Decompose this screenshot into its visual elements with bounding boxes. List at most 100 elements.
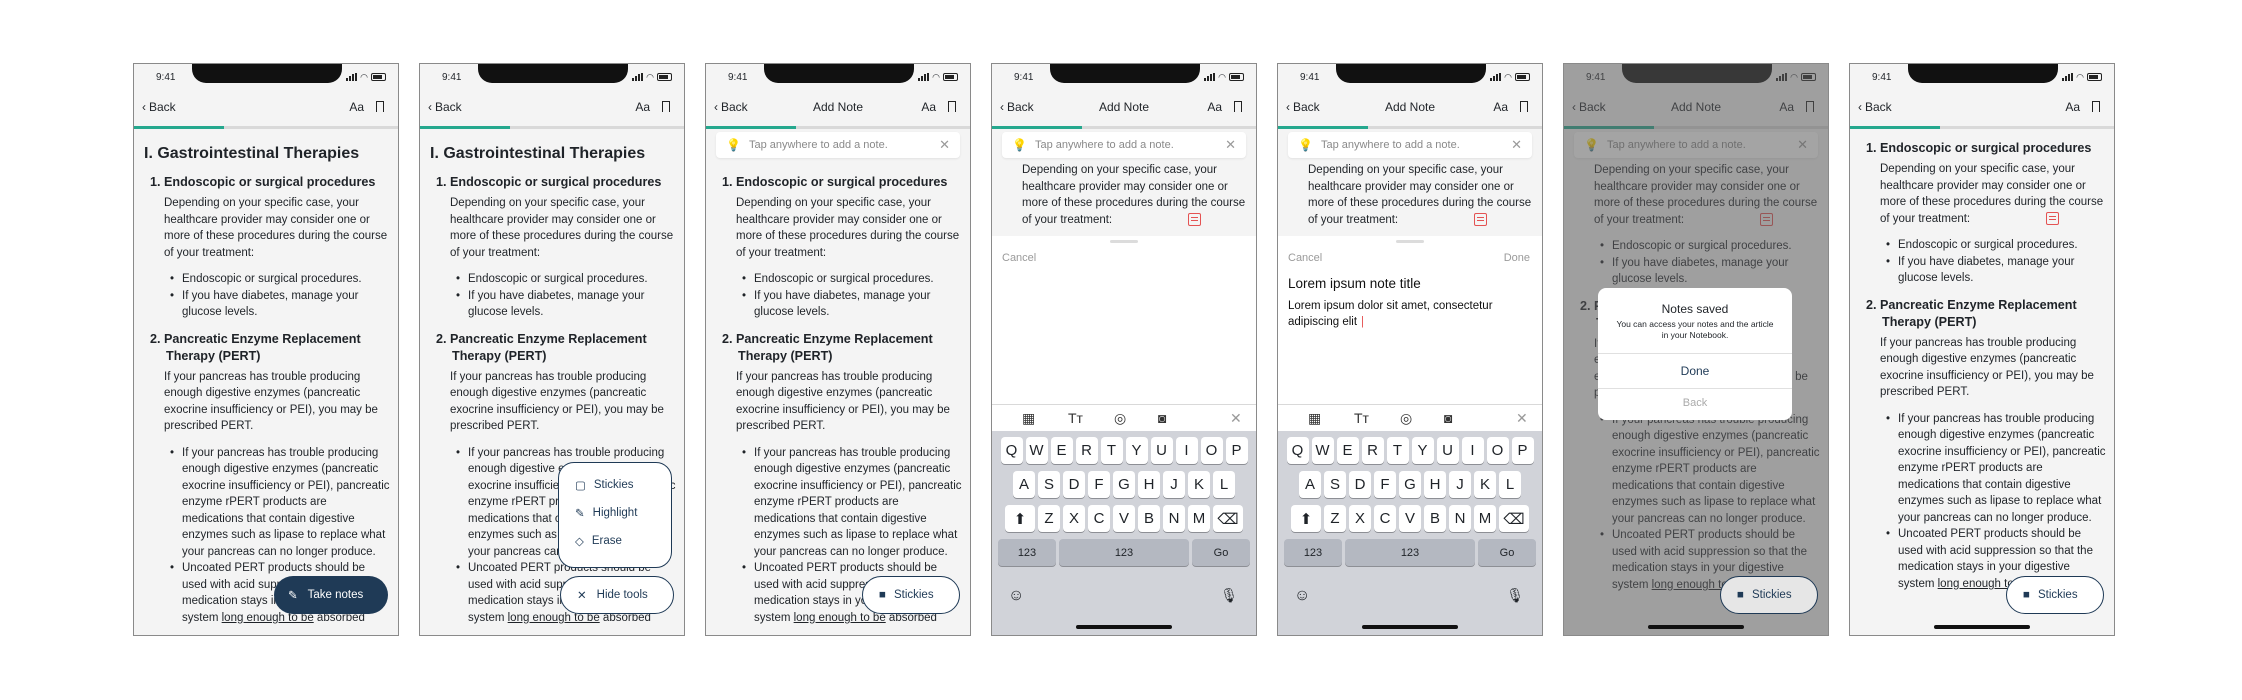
status-bar: 9:41 ◠ [134,72,398,86]
add-note-banner[interactable]: 💡 Tap anywhere to add a note. ✕ [1002,132,1246,158]
signal-icon [918,73,930,81]
delete-key[interactable]: ⌫ [1499,505,1529,532]
table-icon[interactable]: ▦ [1022,410,1035,427]
sheet-grabber[interactable] [1110,240,1138,243]
emoji-icon[interactable]: ☺ [1294,587,1310,605]
back-button[interactable]: ‹Back [142,100,176,114]
status-bar: 9:41 ◠ [992,72,1256,86]
add-note-banner[interactable]: 💡 Tap anywhere to add a note. ✕ [1288,132,1532,158]
microphone-icon[interactable]: 🎙 [1506,587,1524,604]
section-1-paragraph: Depending on your specific case, yourhea… [1308,164,1532,226]
text-size-button[interactable]: Aa [1493,100,1508,114]
signal-icon [1490,73,1502,81]
table-icon[interactable]: ▦ [1308,410,1321,427]
bookmark-icon[interactable] [1234,101,1242,112]
reading-progress [134,126,398,129]
note-title-field[interactable]: Lorem ipsum note title [1288,276,1421,291]
checklist-icon[interactable]: ◎ [1400,410,1412,427]
space-key[interactable]: 123 [1059,539,1189,566]
done-button[interactable]: Done [1504,252,1530,264]
status-time: 9:41 [728,72,748,83]
shift-key[interactable]: ⬆ [1005,505,1035,532]
space-key[interactable]: 123 [1345,539,1475,566]
text-size-button[interactable]: Aa [349,100,364,114]
note-body-field[interactable]: Lorem ipsum dolor sit amet, consectetur … [1288,298,1493,330]
signal-icon [2062,73,2074,81]
text-size-button[interactable]: Aa [635,100,650,114]
note-marker-icon[interactable] [2046,211,2060,225]
bookmark-icon[interactable] [376,101,384,112]
camera-icon[interactable]: ◙ [1444,410,1452,426]
sheet-grabber[interactable] [1396,240,1424,243]
microphone-icon[interactable]: 🎙 [1220,587,1238,604]
bookmark-icon[interactable] [2092,101,2100,112]
cancel-button[interactable]: Cancel [1288,252,1322,264]
screen-6: 9:41 ◠ ‹Back Add Note Aa Depending on yo… [1563,63,1829,636]
take-notes-button[interactable]: ✎ Take notes [274,576,388,614]
go-key[interactable]: Go [1192,539,1250,566]
section-1-paragraph: Depending on your specific case, yourhea… [1022,164,1246,226]
lightbulb-icon: 💡 [1012,138,1027,152]
numbers-key[interactable]: 123 [1284,539,1342,566]
back-button[interactable]: ‹Back [428,100,462,114]
note-marker-icon[interactable] [1474,212,1488,226]
cancel-button[interactable]: Cancel [1002,252,1036,264]
status-time: 9:41 [1300,72,1320,83]
nav-bar: ‹Back Add Note Aa [706,100,970,120]
keyboard: QWERTYUIOP ASDFGHJKL ⬆ ZXCVBNM ⌫ 123 123… [1278,431,1542,635]
signal-icon [346,73,358,81]
status-icons: ◠ [632,73,672,82]
hide-tools-button[interactable]: ✕ Hide tools [560,576,674,614]
shift-key[interactable]: ⬆ [1291,505,1321,532]
wifi-icon: ◠ [1504,72,1512,82]
section-2-title: 2. Pancreatic Enzyme ReplacementTherapy … [1866,297,2077,329]
add-note-banner[interactable]: 💡 Tap anywhere to add a note. ✕ [716,132,960,158]
bookmark-icon[interactable] [948,101,956,112]
status-time: 9:41 [442,72,462,83]
menu-item-stickies[interactable]: ▢ Stickies [559,471,671,499]
signal-icon [1204,73,1216,81]
dialog-title: Notes saved [1661,302,1729,316]
checklist-icon[interactable]: ◎ [1114,410,1126,427]
chevron-left-icon: ‹ [142,100,146,114]
close-icon[interactable]: ✕ [1230,410,1242,427]
go-key[interactable]: Go [1478,539,1536,566]
section-1-title: 1. Endoscopic or surgical procedures [436,175,662,189]
key[interactable]: Q [1000,437,1023,464]
menu-item-erase[interactable]: ◇ Erase [559,527,671,555]
stickies-button[interactable]: ■ Stickies [1720,576,1818,614]
emoji-icon[interactable]: ☺ [1008,587,1024,605]
menu-item-highlight[interactable]: ✎ Highlight [559,499,671,527]
text-size-button[interactable]: Aa [921,100,936,114]
stickies-button[interactable]: ■ Stickies [862,576,960,614]
note-marker-icon[interactable] [1188,212,1202,226]
text-format-icon[interactable]: Tт [1068,410,1083,426]
text-size-button[interactable]: Aa [1207,100,1222,114]
dialog-body: You can access your notes and the articl… [1616,319,1774,340]
article-content: 1. Endoscopic or surgical procedures Dep… [1860,140,2106,602]
text-size-button[interactable]: Aa [2065,100,2080,114]
close-icon[interactable]: ✕ [1516,410,1528,427]
dialog-back-button[interactable]: Back [1598,388,1792,417]
text-format-icon[interactable]: Tт [1354,410,1369,426]
status-bar: 9:41 ◠ [1278,72,1542,86]
close-icon[interactable]: ✕ [939,137,950,153]
bookmark-icon[interactable] [662,101,670,112]
camera-icon[interactable]: ◙ [1158,410,1166,426]
status-time: 9:41 [156,72,176,83]
stickies-button[interactable]: ■ Stickies [2006,576,2104,614]
reading-progress [420,126,684,129]
dialog-done-button[interactable]: Done [1598,353,1792,388]
article-content: 1. Endoscopic or surgical procedures Dep… [716,174,962,635]
status-time: 9:41 [1014,72,1034,83]
back-button[interactable]: ‹Back [1858,100,1892,114]
section-1-paragraph: Depending on your specific case, yourhea… [450,197,674,259]
numbers-key[interactable]: 123 [998,539,1056,566]
close-icon[interactable]: ✕ [1511,137,1522,153]
nav-bar: ‹ Back Aa [1850,100,2114,120]
bookmark-icon[interactable] [1520,101,1528,112]
close-icon[interactable]: ✕ [1225,137,1236,153]
delete-key[interactable]: ⌫ [1213,505,1243,532]
back-label: Back [1865,100,1892,114]
status-icons: ◠ [1204,73,1244,82]
